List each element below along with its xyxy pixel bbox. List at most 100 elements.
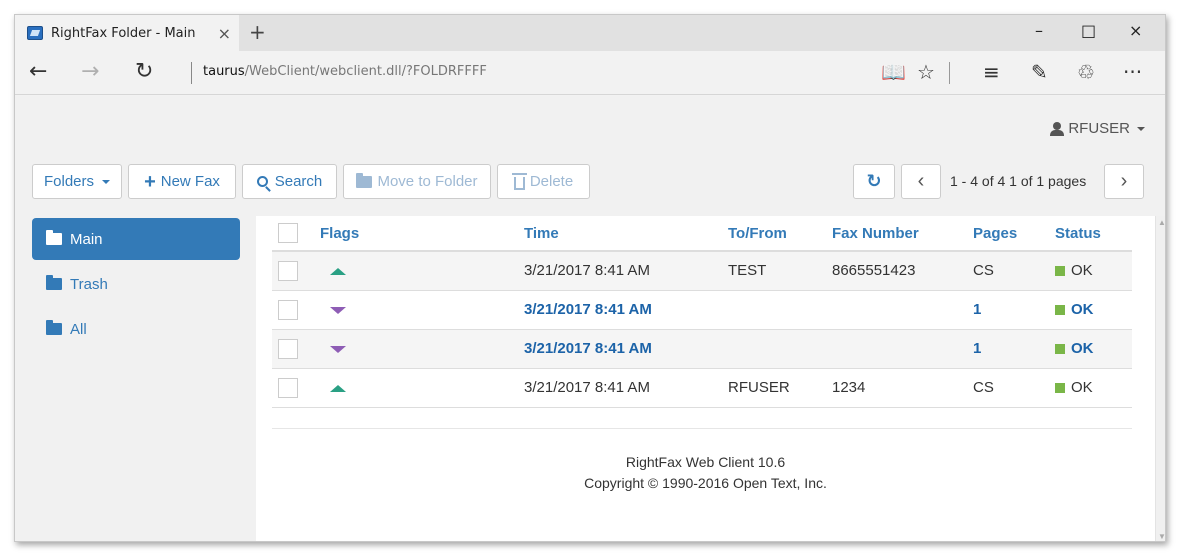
url-host: taurus	[203, 64, 245, 79]
column-header-time[interactable]: Time	[524, 216, 728, 252]
maximize-button[interactable]: □	[1081, 21, 1096, 40]
column-header-pages[interactable]: Pages	[973, 216, 1055, 252]
move-to-folder-button[interactable]: Move to Folder	[343, 164, 491, 199]
address-separator	[191, 62, 192, 84]
to-from-cell: RFUSER	[728, 368, 832, 408]
folder-icon	[356, 172, 373, 188]
row-checkbox-cell[interactable]	[272, 290, 320, 330]
time-cell: 3/21/2017 8:41 AM	[524, 251, 728, 291]
url-field[interactable]: taurus/WebClient/webclient.dll/?FOLDRFFF…	[203, 64, 487, 79]
to-from-cell	[728, 329, 832, 369]
incoming-flag-icon	[330, 307, 346, 314]
refresh-list-button[interactable]: ↻	[853, 164, 895, 199]
sidebar-item-trash[interactable]: Trash	[32, 263, 240, 305]
column-header-status[interactable]: Status	[1055, 216, 1132, 252]
sidebar-item-label: Main	[70, 230, 103, 248]
plus-icon: +	[144, 170, 156, 193]
scroll-up-icon[interactable]: ▲	[1158, 218, 1165, 227]
browser-tab[interactable]: RightFax Folder - Main ×	[15, 15, 239, 51]
new-tab-button[interactable]: +	[249, 20, 266, 44]
sidebar-item-main[interactable]: Main	[32, 218, 240, 260]
table-header-row: Flags Time To/From Fax Number Pages Stat…	[272, 216, 1132, 252]
page-footer: RightFax Web Client 10.6 Copyright © 199…	[256, 452, 1155, 494]
forward-button[interactable]: →	[81, 59, 99, 84]
user-name: RFUSER	[1068, 120, 1130, 137]
footer-copyright: Copyright © 1990-2016 Open Text, Inc.	[584, 475, 827, 491]
reading-view-icon[interactable]: 📖	[881, 60, 906, 84]
footer-version: RightFax Web Client 10.6	[625, 454, 786, 470]
sidebar-item-all[interactable]: All	[32, 308, 240, 350]
fax-number-cell: 1234	[832, 368, 973, 408]
refresh-button[interactable]: ↻	[135, 59, 153, 84]
minimize-button[interactable]: –	[1035, 21, 1043, 40]
status-text: OK	[1071, 301, 1094, 318]
status-text: OK	[1071, 379, 1093, 396]
row-checkbox-cell[interactable]	[272, 368, 320, 408]
tab-close-icon[interactable]: ×	[218, 24, 231, 43]
delete-button[interactable]: Delete	[497, 164, 590, 199]
column-header-flags[interactable]: Flags	[320, 216, 524, 252]
row-checkbox-cell[interactable]	[272, 329, 320, 369]
row-checkbox[interactable]	[278, 338, 298, 359]
row-checkbox-cell[interactable]	[272, 251, 320, 291]
footer-divider	[272, 428, 1132, 429]
flag-cell	[320, 290, 524, 330]
close-window-button[interactable]: ×	[1129, 21, 1142, 40]
search-button[interactable]: Search	[242, 164, 337, 199]
row-checkbox[interactable]	[278, 377, 298, 398]
status-cell: OK	[1055, 329, 1132, 369]
pages-cell: CS	[973, 368, 1055, 408]
fax-number-cell	[832, 290, 973, 330]
to-from-cell	[728, 290, 832, 330]
more-icon[interactable]: ···	[1123, 60, 1142, 84]
row-checkbox[interactable]	[278, 260, 298, 281]
hub-icon[interactable]: ≡	[983, 60, 1000, 84]
table-row[interactable]: 3/21/2017 8:41 AM 1 OK	[272, 329, 1132, 369]
table-row[interactable]: 3/21/2017 8:41 AM 1 OK	[272, 290, 1132, 330]
status-text: OK	[1071, 262, 1093, 280]
address-bar: ← → ↻ taurus/WebClient/webclient.dll/?FO…	[15, 51, 1165, 95]
user-icon	[1050, 121, 1065, 136]
trash-icon	[511, 172, 527, 190]
scroll-down-icon[interactable]: ▼	[1158, 532, 1165, 541]
toolbar-separator	[949, 62, 950, 84]
pages-cell: 1	[973, 290, 1055, 330]
back-button[interactable]: ←	[29, 59, 47, 84]
vertical-scrollbar[interactable]: ▲ ▼	[1155, 216, 1165, 541]
select-all-cell[interactable]	[272, 216, 320, 252]
refresh-icon: ↻	[866, 171, 882, 191]
row-checkbox[interactable]	[278, 299, 298, 320]
status-ok-icon	[1055, 383, 1065, 394]
folders-label: Folders	[43, 173, 95, 190]
user-menu[interactable]: RFUSER	[1050, 120, 1145, 137]
status-ok-icon	[1055, 266, 1065, 277]
favorite-star-icon[interactable]: ☆	[917, 60, 935, 84]
table-row[interactable]: 3/21/2017 8:41 AM RFUSER 1234 CS OK	[272, 368, 1132, 408]
fax-table: Flags Time To/From Fax Number Pages Stat…	[272, 216, 1132, 408]
column-header-to-from[interactable]: To/From	[728, 216, 832, 252]
pages-cell: 1	[973, 329, 1055, 369]
column-header-fax-number[interactable]: Fax Number	[832, 216, 973, 252]
fax-number-cell: 8665551423	[832, 251, 973, 291]
new-fax-label: New Fax	[160, 173, 220, 190]
select-all-checkbox[interactable]	[278, 223, 298, 243]
folders-dropdown-button[interactable]: Folders	[32, 164, 122, 199]
pages-cell: CS	[973, 251, 1055, 291]
previous-page-button[interactable]: ‹	[901, 164, 941, 199]
next-page-button[interactable]: ›	[1104, 164, 1144, 199]
time-cell: 3/21/2017 8:41 AM	[524, 329, 728, 369]
chevron-down-icon	[102, 179, 111, 184]
table-row[interactable]: 3/21/2017 8:41 AM TEST 8665551423 CS OK	[272, 251, 1132, 291]
status-cell: OK	[1055, 290, 1132, 330]
status-cell: OK	[1055, 368, 1132, 408]
share-icon[interactable]: ♲	[1077, 60, 1095, 84]
flag-cell	[320, 251, 524, 291]
incoming-flag-icon	[330, 346, 346, 353]
fax-number-cell	[832, 329, 973, 369]
time-cell: 3/21/2017 8:41 AM	[524, 290, 728, 330]
status-cell: OK	[1055, 251, 1132, 291]
folder-icon	[46, 275, 62, 290]
url-path: /WebClient/webclient.dll/?FOLDRFFFF	[244, 64, 487, 79]
web-note-icon[interactable]: ✎	[1031, 60, 1048, 84]
new-fax-button[interactable]: + New Fax	[128, 164, 236, 199]
